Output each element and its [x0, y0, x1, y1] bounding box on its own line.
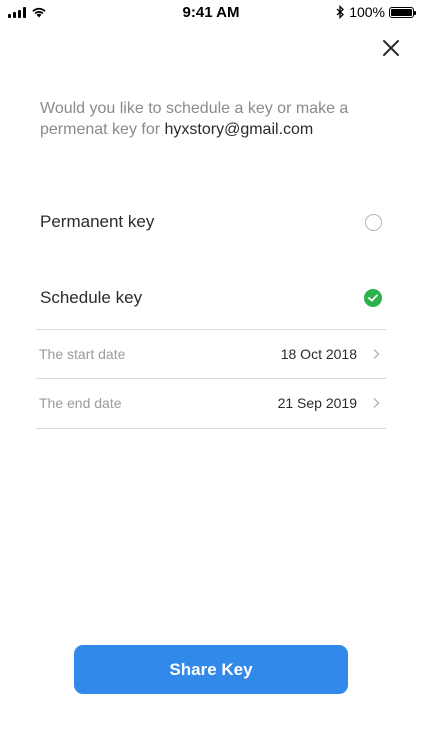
end-date-value: 21 Sep 2019 — [277, 395, 357, 411]
status-right: 100% — [336, 4, 416, 20]
checkmark-icon — [368, 294, 378, 302]
end-date-row[interactable]: The end date 21 Sep 2019 — [36, 379, 386, 427]
status-bar: 9:41 AM 100% — [0, 0, 422, 24]
schedule-key-option[interactable]: Schedule key — [40, 283, 382, 313]
permanent-key-radio[interactable] — [365, 213, 382, 231]
prompt-email: hyxstory@gmail.com — [164, 121, 314, 138]
end-date-label: The end date — [39, 395, 122, 411]
start-date-value: 18 Oct 2018 — [280, 346, 357, 362]
start-date-row[interactable]: The start date 18 Oct 2018 — [36, 330, 386, 378]
chevron-right-icon — [373, 398, 380, 408]
permanent-key-option[interactable]: Permanent key — [40, 207, 382, 237]
divider — [36, 428, 386, 429]
bluetooth-icon — [336, 5, 345, 19]
battery-percent: 100% — [349, 4, 385, 20]
close-icon — [383, 40, 399, 56]
chevron-right-icon — [373, 349, 380, 359]
prompt-text: Would you like to schedule a key or make… — [40, 98, 390, 140]
schedule-key-radio[interactable] — [364, 289, 382, 307]
start-date-label: The start date — [39, 346, 126, 362]
share-key-button[interactable]: Share Key — [74, 645, 348, 694]
battery-icon — [389, 6, 416, 18]
close-button[interactable] — [380, 37, 402, 59]
schedule-key-label: Schedule key — [40, 288, 143, 307]
permanent-key-label: Permanent key — [40, 212, 155, 231]
